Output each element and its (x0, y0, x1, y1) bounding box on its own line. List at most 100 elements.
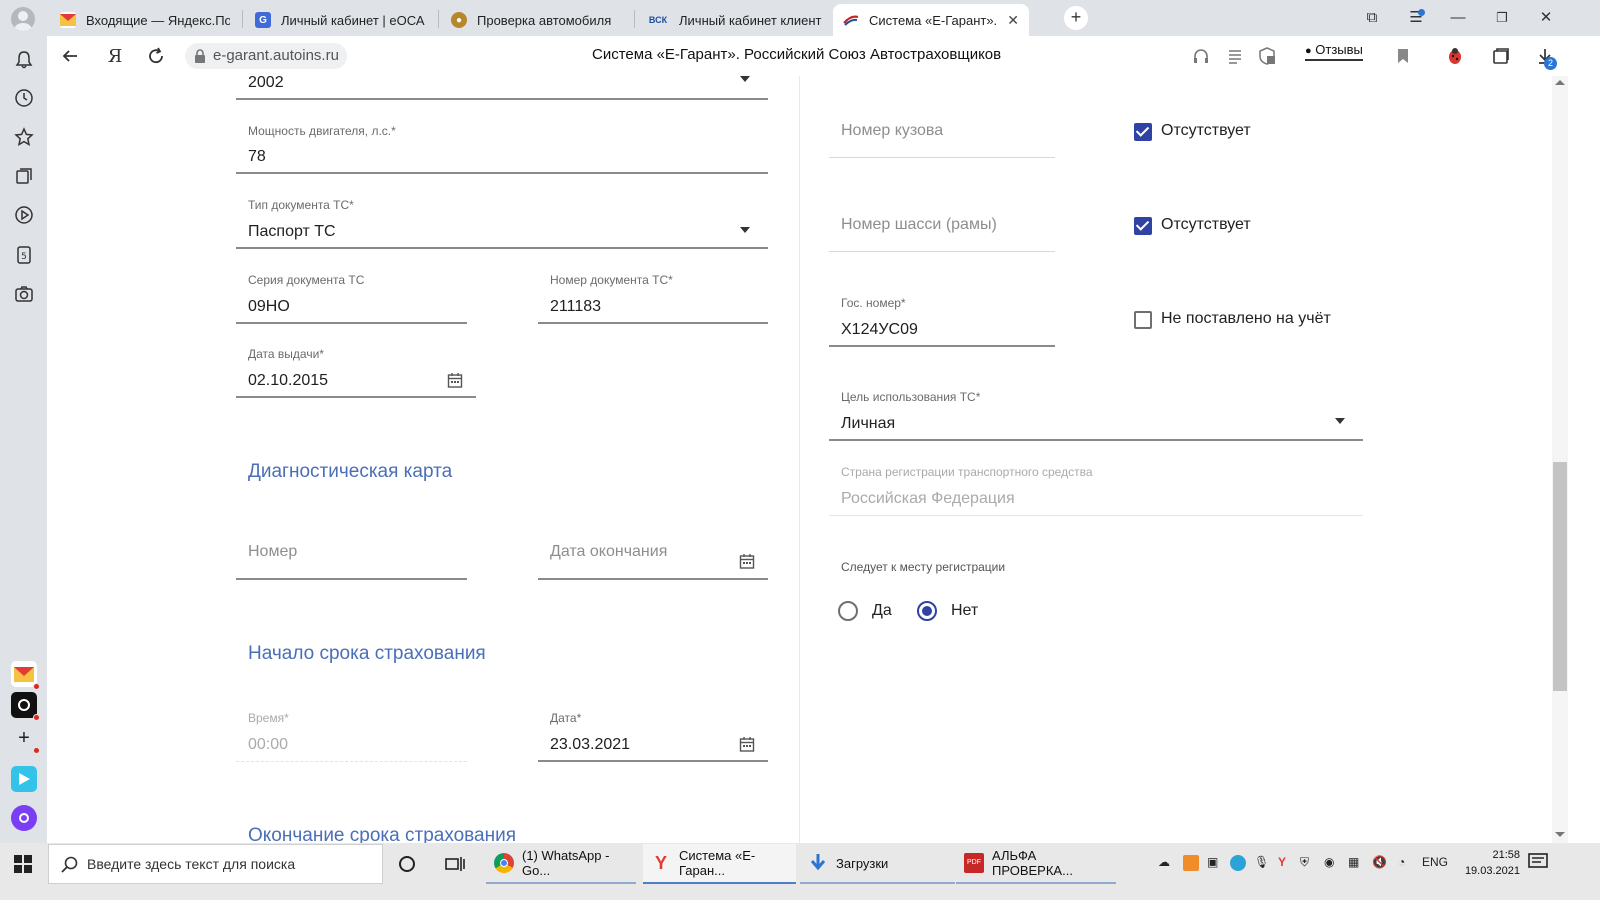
chat-bubble-icon: ● (1305, 45, 1312, 57)
plate-number-field[interactable]: Гос. номер* Х124УС09 (829, 294, 1055, 347)
feedback-button[interactable]: ● Отзывы (1305, 42, 1363, 61)
reload-icon[interactable] (144, 44, 168, 68)
url-field[interactable]: e-garant.autoins.ru (185, 43, 347, 69)
chassis-number-field[interactable]: Номер шасси (рамы) (829, 200, 1055, 252)
bookmark-icon[interactable] (1393, 46, 1413, 66)
taskbar-item-pdf[interactable]: PDF АЛЬФА ПРОВЕРКА... (956, 844, 1116, 884)
chassis-absent-checkbox[interactable] (1134, 217, 1152, 235)
messenger-icon[interactable] (11, 766, 37, 792)
badge-dot (33, 714, 40, 721)
security-tray-icon[interactable]: ⛨ (1300, 855, 1309, 870)
tab-e-garant[interactable]: Система «Е-Гарант». Рс ✕ (833, 4, 1029, 36)
year-select[interactable]: 2002 (236, 76, 768, 100)
star-icon[interactable] (12, 125, 36, 149)
collections-icon[interactable]: ⧉ (1360, 6, 1384, 30)
tab-vsk[interactable]: ВСК Личный кабинет клиента (637, 4, 832, 36)
engine-power-field[interactable]: Мощность двигателя, л.с.* 78 (236, 122, 768, 174)
body-absent-checkbox[interactable] (1134, 123, 1152, 141)
language-indicator[interactable]: ENG (1422, 855, 1448, 869)
yandex-browser-icon: Y (654, 853, 667, 873)
tray-window-icon[interactable]: ▣ (1207, 855, 1218, 869)
bell-icon[interactable] (12, 48, 36, 72)
add-app-icon[interactable]: + (11, 725, 40, 754)
taskbar-item-yandex-browser[interactable]: Y Система «Е-Гаран... (643, 844, 796, 884)
tab-eosago[interactable]: G Личный кабинет | еОСАГС (245, 4, 435, 36)
close-tab-icon[interactable]: ✕ (1007, 12, 1019, 29)
calendar-icon[interactable] (739, 736, 755, 752)
volume-muted-icon[interactable]: 🔇 (1372, 855, 1387, 869)
usage-purpose-select[interactable]: Цель использования ТС* Личная (829, 388, 1363, 441)
back-arrow-icon[interactable] (58, 44, 82, 68)
engine-power-value: 78 (248, 148, 266, 165)
issue-date-field[interactable]: Дата выдачи* 02.10.2015 (236, 345, 476, 398)
extension-bug-icon[interactable] (1445, 46, 1465, 66)
notes-icon[interactable]: 5 (12, 243, 36, 267)
calendar-icon[interactable] (447, 372, 463, 388)
badge-dot (33, 747, 40, 754)
scroll-down-icon[interactable] (1555, 832, 1565, 837)
follows-yes-radio[interactable] (838, 601, 858, 621)
camera-icon[interactable] (12, 282, 36, 306)
tab-separator (634, 10, 635, 28)
diag-number-field[interactable]: Номер (236, 526, 467, 580)
wifi-icon[interactable]: ◔ (1398, 855, 1405, 869)
downloads-icon (808, 853, 828, 873)
headphones-icon[interactable] (1191, 46, 1211, 66)
onedrive-icon[interactable]: ☁ (1158, 855, 1170, 869)
taskbar-item-whatsapp[interactable]: (1) WhatsApp - Go... (486, 844, 636, 884)
task-view-icon[interactable] (445, 855, 465, 878)
issue-date-label: Дата выдачи* (248, 347, 324, 361)
cortana-icon[interactable] (398, 855, 416, 878)
history-icon[interactable] (12, 86, 36, 110)
alice-icon[interactable] (11, 805, 37, 831)
new-tab-button[interactable]: + (1064, 6, 1088, 30)
notification-center-icon[interactable] (1528, 853, 1548, 874)
alice-station-icon[interactable] (11, 692, 40, 721)
diag-number-placeholder: Номер (248, 543, 298, 560)
yandex-tray-icon[interactable]: Y (1278, 855, 1286, 869)
taskbar-search-input[interactable]: Введите здесь текст для поиска (48, 844, 383, 884)
profile-avatar-icon[interactable] (11, 7, 35, 31)
doc-number-field[interactable]: Номер документа ТС* 211183 (538, 271, 768, 324)
doc-series-field[interactable]: Серия документа ТС 09НО (236, 271, 467, 324)
insurance-start-title: Начало срока страхования (248, 643, 486, 664)
display-tray-icon[interactable]: ▦ (1348, 855, 1359, 869)
search-icon (61, 856, 78, 873)
chevron-down-icon (1335, 418, 1345, 424)
microphone-icon[interactable]: 🎙 (1254, 855, 1269, 869)
minimize-icon[interactable]: — (1446, 6, 1470, 30)
collections-sidebar-icon[interactable] (12, 164, 36, 188)
taskbar-item-label: Загрузки (836, 855, 889, 871)
reader-mode-icon[interactable] (1225, 46, 1245, 66)
not-registered-checkbox[interactable] (1134, 311, 1152, 329)
skype-icon[interactable] (1230, 855, 1246, 871)
tab-yandex-mail[interactable]: Входящие — Яндекс.Почт (50, 4, 240, 36)
close-window-icon[interactable]: ✕ (1534, 6, 1558, 30)
yandex-mail-app-icon[interactable] (11, 661, 40, 690)
body-number-field[interactable]: Номер кузова (829, 106, 1055, 158)
wallet-icon[interactable] (1491, 46, 1511, 66)
diag-end-date-field[interactable]: Дата окончания (538, 526, 768, 580)
taskbar-item-downloads[interactable]: Загрузки (800, 844, 955, 884)
restore-icon[interactable]: ❐ (1490, 6, 1514, 30)
tray-app-icon[interactable] (1183, 855, 1199, 871)
scroll-up-icon[interactable] (1555, 80, 1565, 85)
doc-type-select[interactable]: Тип документа ТС* Паспорт ТС (236, 196, 768, 249)
taskbar-clock[interactable]: 21:58 19.03.2021 (1460, 847, 1520, 879)
follows-no-radio[interactable] (917, 601, 937, 621)
vpn-tray-icon[interactable]: ◉ (1324, 855, 1334, 869)
start-date-field[interactable]: Дата* 23.03.2021 (538, 709, 768, 762)
tab-car-check[interactable]: ● Проверка автомобиля (441, 4, 631, 36)
play-icon[interactable] (12, 203, 36, 227)
protect-icon[interactable] (1257, 46, 1277, 66)
windows-start-icon[interactable] (14, 855, 32, 878)
downloads-badge: 2 (1544, 57, 1557, 70)
scrollbar-thumb[interactable] (1553, 462, 1567, 691)
address-bar: Я e-garant.autoins.ru Система «Е-Гарант»… (47, 36, 1600, 76)
notification-dot (1418, 9, 1425, 16)
yandex-logo-icon[interactable]: Я (103, 44, 127, 68)
calendar-icon[interactable] (739, 553, 755, 569)
body-number-placeholder: Номер кузова (841, 122, 944, 139)
page-scrollbar[interactable] (1552, 76, 1568, 843)
not-registered-label: Не поставлено на учёт (1161, 310, 1331, 327)
